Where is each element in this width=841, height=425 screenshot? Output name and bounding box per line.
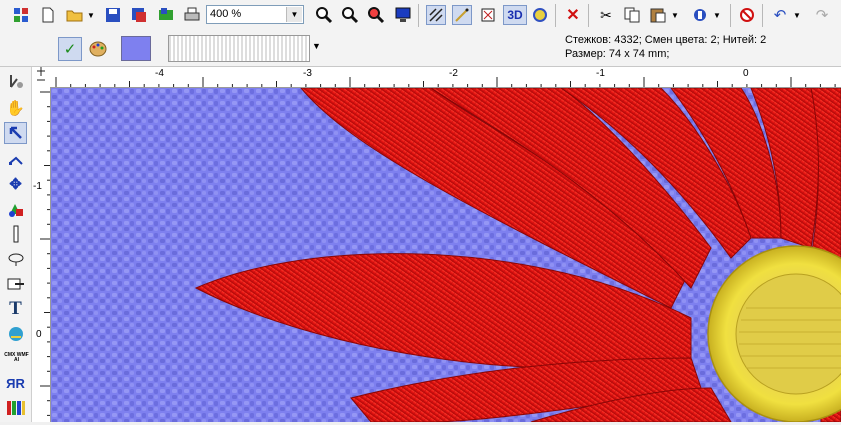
font-label: ЯR [6,375,25,391]
design-info: Стежков: 4332; Смен цвета: 2; Нитей: 2 Р… [565,33,766,61]
vector-import-button[interactable]: CMX WMF AI [4,347,29,369]
embroidery-canvas[interactable] [51,88,841,422]
zoom-in-icon[interactable] [314,5,334,25]
text-tool-label: T [9,298,22,319]
size-info-line: Размер: 74 x 74 mm; [565,48,670,60]
thread-spool-icon[interactable] [530,5,550,25]
three-d-label: 3D [507,8,523,22]
save-icon[interactable] [103,5,123,25]
paste-icon[interactable] [648,5,668,25]
v-ruler-label: 0 [36,329,42,340]
export-icon[interactable] [156,5,176,25]
h-ruler-label: -1 [596,68,605,79]
tools-sidebar: ✋ ✥ T CMX WMF AI ЯR [0,67,32,422]
monogram-icon[interactable] [4,323,27,345]
grid-view-icon[interactable] [11,5,31,25]
reshape-tool-icon[interactable] [4,71,27,93]
palette-icon[interactable] [88,39,108,59]
object-properties-icon[interactable] [690,5,710,25]
paste-dropdown-arrow-icon[interactable]: ▼ [670,5,680,25]
hoop-icon[interactable] [478,5,498,25]
lasso-icon[interactable] [4,248,27,270]
h-ruler-label: 0 [743,68,749,79]
disable-icon[interactable] [737,5,757,25]
show-stitches-icon[interactable] [426,5,446,25]
zoom-out-icon[interactable] [340,5,360,25]
zoom-value: 400 % [210,8,242,20]
select-arrow-icon[interactable] [4,122,27,144]
toolbar-separator [730,4,731,27]
redo-icon[interactable]: ↷ [812,5,832,25]
toolbar-separator [588,4,589,27]
design-preview [51,88,841,422]
undo-icon[interactable]: ↶ [770,5,790,25]
checkmark-icon[interactable]: ✓ [58,37,82,61]
stitch-info-line: Стежков: 4332; Смен цвета: 2; Нитей: 2 [565,34,767,46]
delete-icon[interactable]: ✕ [563,5,583,25]
text-tool-button[interactable]: T [4,298,27,320]
three-d-view-button[interactable]: 3D [503,5,527,25]
fabric-texture-select[interactable] [168,35,310,62]
satin-column-icon[interactable] [4,223,27,245]
hand-pan-icon[interactable]: ✋ [4,97,27,119]
open-folder-icon[interactable] [65,5,85,25]
thread-colors-icon[interactable] [4,397,27,419]
vertical-ruler-ticks [40,91,50,416]
chevron-down-icon[interactable]: ▼ [286,7,302,22]
properties-dropdown-arrow-icon[interactable]: ▼ [712,5,722,25]
font-tool-button[interactable]: ЯR [4,372,27,394]
toolbar-separator [762,4,763,27]
format-label: CMX WMF AI [4,352,29,363]
fabric-color-swatch[interactable] [121,36,151,61]
horizontal-ruler-ticks [55,77,836,87]
toolbar-separator [418,4,419,27]
h-ruler-label: -4 [155,68,164,79]
move-cross-icon[interactable]: ✥ [4,173,27,195]
toolbar-separator [555,4,556,27]
monitor-icon[interactable] [393,5,413,25]
new-file-icon[interactable] [38,5,58,25]
print-icon[interactable] [182,5,202,25]
h-ruler-label: -3 [303,68,312,79]
vertical-ruler: -1 0 [32,87,51,422]
fill-tool-icon[interactable] [4,273,27,295]
copy-icon[interactable] [622,5,642,25]
undo-dropdown-arrow-icon[interactable]: ▼ [792,5,802,25]
shapes-icon[interactable] [4,198,27,220]
zoom-select[interactable]: 400 % ▼ [206,5,304,24]
properties-bar: ✓ ▼ Стежков: 4332; Смен цвета: 2; Нитей:… [0,31,841,67]
cut-icon[interactable]: ✂ [596,5,616,25]
node-edit-icon[interactable] [4,148,27,170]
h-ruler-label: -2 [449,68,458,79]
v-ruler-label: -1 [33,181,42,192]
save-as-icon[interactable] [129,5,149,25]
open-dropdown-arrow-icon[interactable]: ▼ [86,5,96,25]
chevron-down-icon[interactable]: ▼ [312,41,321,51]
horizontal-ruler: -4 -3 -2 -1 0 [50,67,841,88]
zoom-fit-icon[interactable] [366,5,386,25]
ruler-corner-icon[interactable] [32,67,51,88]
needle-icon[interactable] [452,5,472,25]
main-toolbar: ▼ 400 % ▼ 3D ✕ ✂ ▼ ▼ ↶ ▼ ↷ [0,0,841,32]
